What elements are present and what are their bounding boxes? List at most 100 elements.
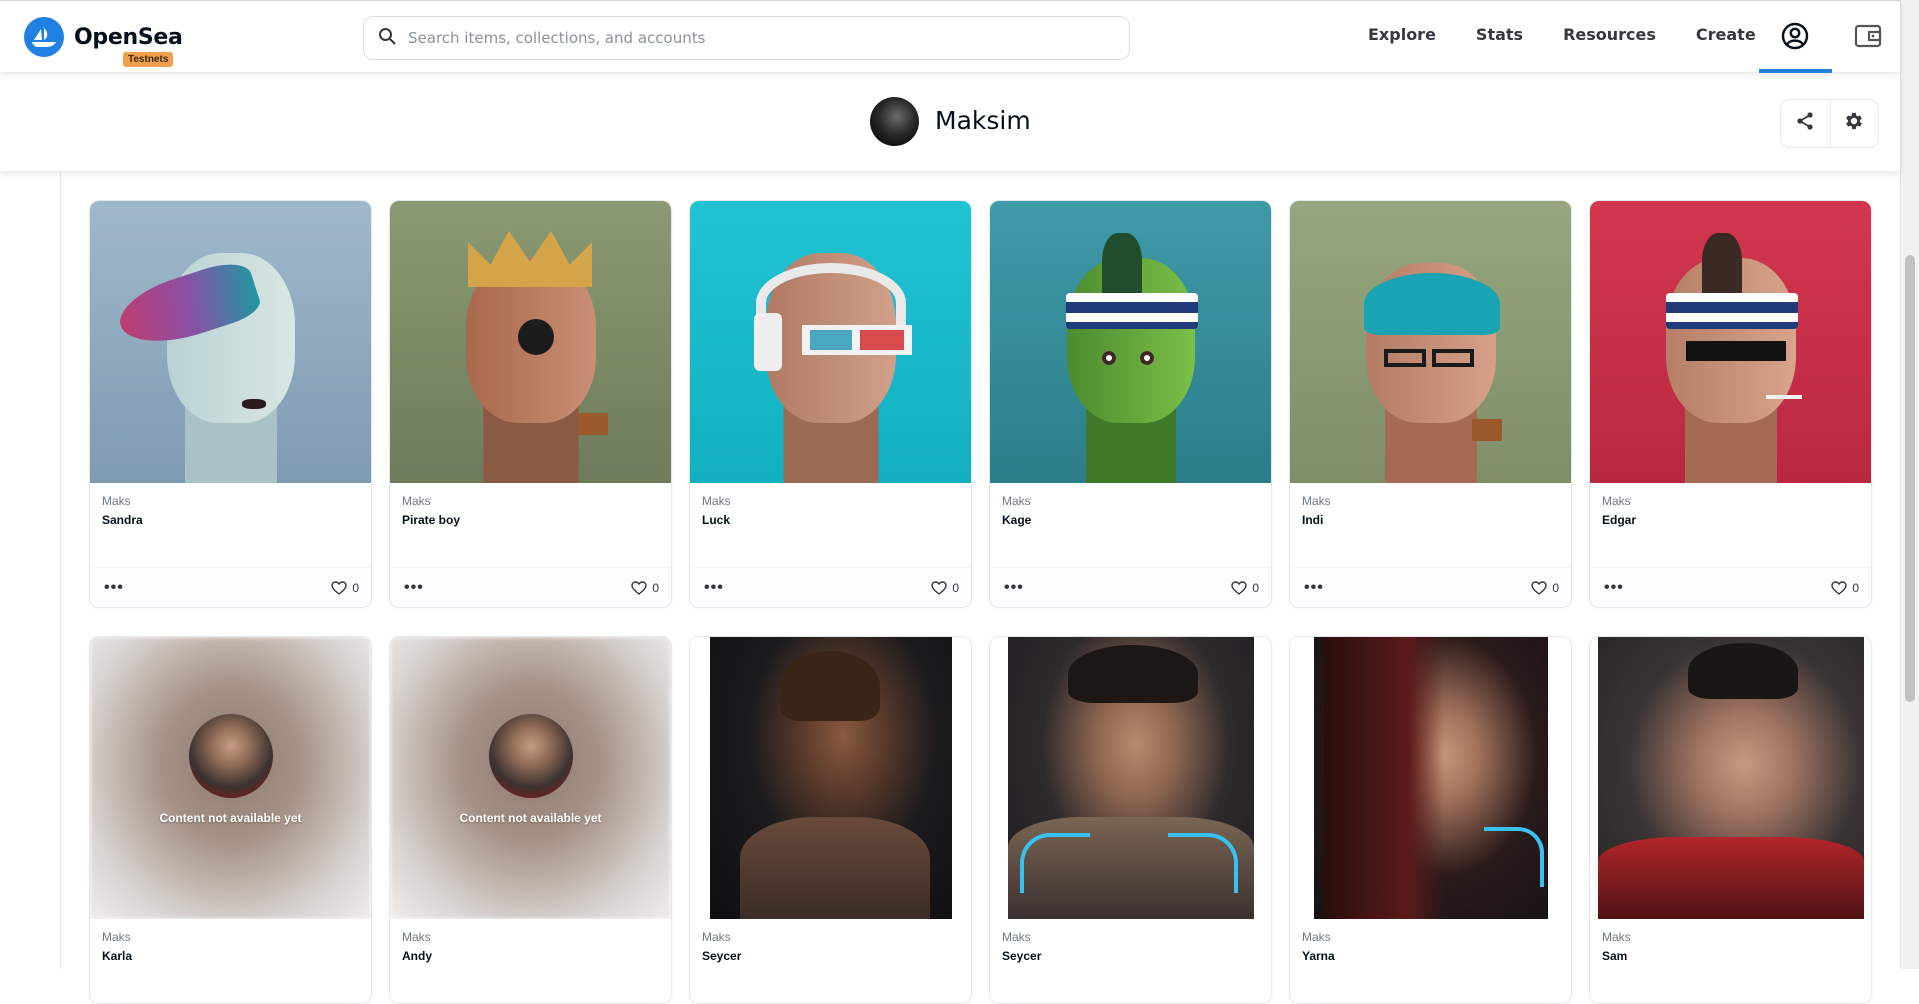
more-options-icon[interactable]: ••• — [104, 579, 124, 596]
nft-name[interactable]: Andy — [402, 949, 659, 963]
more-options-icon[interactable]: ••• — [1304, 579, 1324, 596]
like-count: 0 — [1852, 580, 1859, 595]
brand-name: OpenSea — [74, 24, 183, 50]
collection-name[interactable]: Maks — [402, 494, 659, 508]
collection-name[interactable]: Maks — [1302, 494, 1559, 508]
like-count: 0 — [1252, 580, 1259, 595]
nft-card[interactable]: Maks Indi ••• 0 — [1289, 200, 1572, 608]
favorite-button[interactable]: 0 — [1831, 581, 1859, 595]
nft-card[interactable]: Maks Sandra ••• 0 — [89, 200, 372, 608]
collection-name[interactable]: Maks — [1602, 494, 1859, 508]
nft-name[interactable]: Seycer — [1002, 949, 1259, 963]
testnets-badge: Testnets — [123, 52, 174, 67]
collection-name[interactable]: Maks — [102, 930, 359, 944]
like-count: 0 — [652, 580, 659, 595]
profile-name: Maksim — [935, 106, 1031, 135]
creator-avatar — [488, 714, 573, 798]
nft-card[interactable]: Content not available yet Maks Andy — [389, 636, 672, 1004]
nft-image[interactable] — [990, 201, 1271, 483]
favorite-button[interactable]: 0 — [331, 581, 359, 595]
favorite-button[interactable]: 0 — [931, 581, 959, 595]
collection-name[interactable]: Maks — [1002, 930, 1259, 944]
page-scrollbar[interactable] — [1900, 0, 1919, 969]
favorite-button[interactable]: 0 — [1231, 581, 1259, 595]
nav-resources[interactable]: Resources — [1563, 25, 1656, 44]
creator-avatar — [188, 714, 273, 798]
nft-image[interactable] — [1290, 637, 1571, 919]
nft-name[interactable]: Karla — [102, 949, 359, 963]
nft-image[interactable] — [1290, 201, 1571, 483]
collection-name[interactable]: Maks — [102, 494, 359, 508]
top-navbar: OpenSea Testnets Explore Stats Resources… — [0, 0, 1900, 73]
unavailable-message: Content not available yet — [459, 811, 602, 825]
nft-image[interactable]: Content not available yet — [390, 637, 671, 919]
nft-card[interactable]: Maks Pirate boy ••• 0 — [389, 200, 672, 608]
more-options-icon[interactable]: ••• — [1604, 579, 1624, 596]
account-icon[interactable] — [1780, 21, 1810, 51]
opensea-logo[interactable]: OpenSea — [24, 17, 183, 57]
nft-name[interactable]: Kage — [1002, 513, 1259, 527]
nft-image[interactable] — [90, 201, 371, 483]
nft-card[interactable]: Content not available yet Maks Karla — [89, 636, 372, 1004]
nft-card[interactable]: Maks Yarna — [1289, 636, 1572, 1004]
nft-image[interactable]: Content not available yet — [90, 637, 371, 919]
active-nav-indicator — [1759, 69, 1832, 73]
nav-stats[interactable]: Stats — [1476, 25, 1523, 44]
more-options-icon[interactable]: ••• — [1004, 579, 1024, 596]
nft-card[interactable]: Maks Edgar ••• 0 — [1589, 200, 1872, 608]
nav-create[interactable]: Create — [1696, 25, 1756, 44]
profile-header: Maksim — [0, 73, 1900, 171]
collection-name[interactable]: Maks — [1302, 930, 1559, 944]
nft-card[interactable]: Maks Seycer — [689, 636, 972, 1004]
gear-icon — [1843, 110, 1865, 137]
like-count: 0 — [952, 580, 959, 595]
heart-icon — [331, 580, 348, 595]
nft-name[interactable]: Yarna — [1302, 949, 1559, 963]
profile-actions — [1780, 99, 1879, 148]
search-input[interactable] — [408, 29, 1088, 47]
nft-image[interactable] — [390, 201, 671, 483]
nft-name[interactable]: Indi — [1302, 513, 1559, 527]
favorite-button[interactable]: 0 — [631, 581, 659, 595]
nft-card[interactable]: Maks Kage ••• 0 — [989, 200, 1272, 608]
heart-icon — [1231, 580, 1248, 595]
nft-image[interactable] — [690, 201, 971, 483]
like-count: 0 — [352, 580, 359, 595]
nft-image[interactable] — [690, 637, 971, 919]
search-bar[interactable] — [363, 16, 1130, 60]
nav-explore[interactable]: Explore — [1368, 25, 1436, 44]
nft-name[interactable]: Seycer — [702, 949, 959, 963]
heart-icon — [631, 580, 648, 595]
search-icon — [378, 27, 396, 50]
nft-name[interactable]: Edgar — [1602, 513, 1859, 527]
nft-card[interactable]: Maks Luck ••• 0 — [689, 200, 972, 608]
like-count: 0 — [1552, 580, 1559, 595]
collection-name[interactable]: Maks — [702, 494, 959, 508]
heart-icon — [931, 580, 948, 595]
collection-name[interactable]: Maks — [1602, 930, 1859, 944]
nft-card[interactable]: Maks Seycer — [989, 636, 1272, 1004]
heart-icon — [1531, 580, 1548, 595]
settings-button[interactable] — [1829, 100, 1879, 147]
collection-name[interactable]: Maks — [702, 930, 959, 944]
sidebar-divider — [60, 171, 61, 969]
nft-name[interactable]: Sam — [1602, 949, 1859, 963]
avatar[interactable] — [870, 97, 919, 146]
nft-card[interactable]: Maks Sam — [1589, 636, 1872, 1004]
nft-name[interactable]: Pirate boy — [402, 513, 659, 527]
nft-image[interactable] — [1590, 637, 1871, 919]
share-icon — [1795, 111, 1815, 136]
more-options-icon[interactable]: ••• — [404, 579, 424, 596]
collection-name[interactable]: Maks — [402, 930, 659, 944]
collection-name[interactable]: Maks — [1002, 494, 1259, 508]
wallet-icon[interactable] — [1853, 21, 1883, 51]
nft-image[interactable] — [1590, 201, 1871, 483]
scrollbar-thumb[interactable] — [1905, 255, 1915, 702]
nft-name[interactable]: Sandra — [102, 513, 359, 527]
nft-image[interactable] — [990, 637, 1271, 919]
favorite-button[interactable]: 0 — [1531, 581, 1559, 595]
more-options-icon[interactable]: ••• — [704, 579, 724, 596]
heart-icon — [1831, 580, 1848, 595]
nft-name[interactable]: Luck — [702, 513, 959, 527]
share-button[interactable] — [1781, 100, 1830, 147]
